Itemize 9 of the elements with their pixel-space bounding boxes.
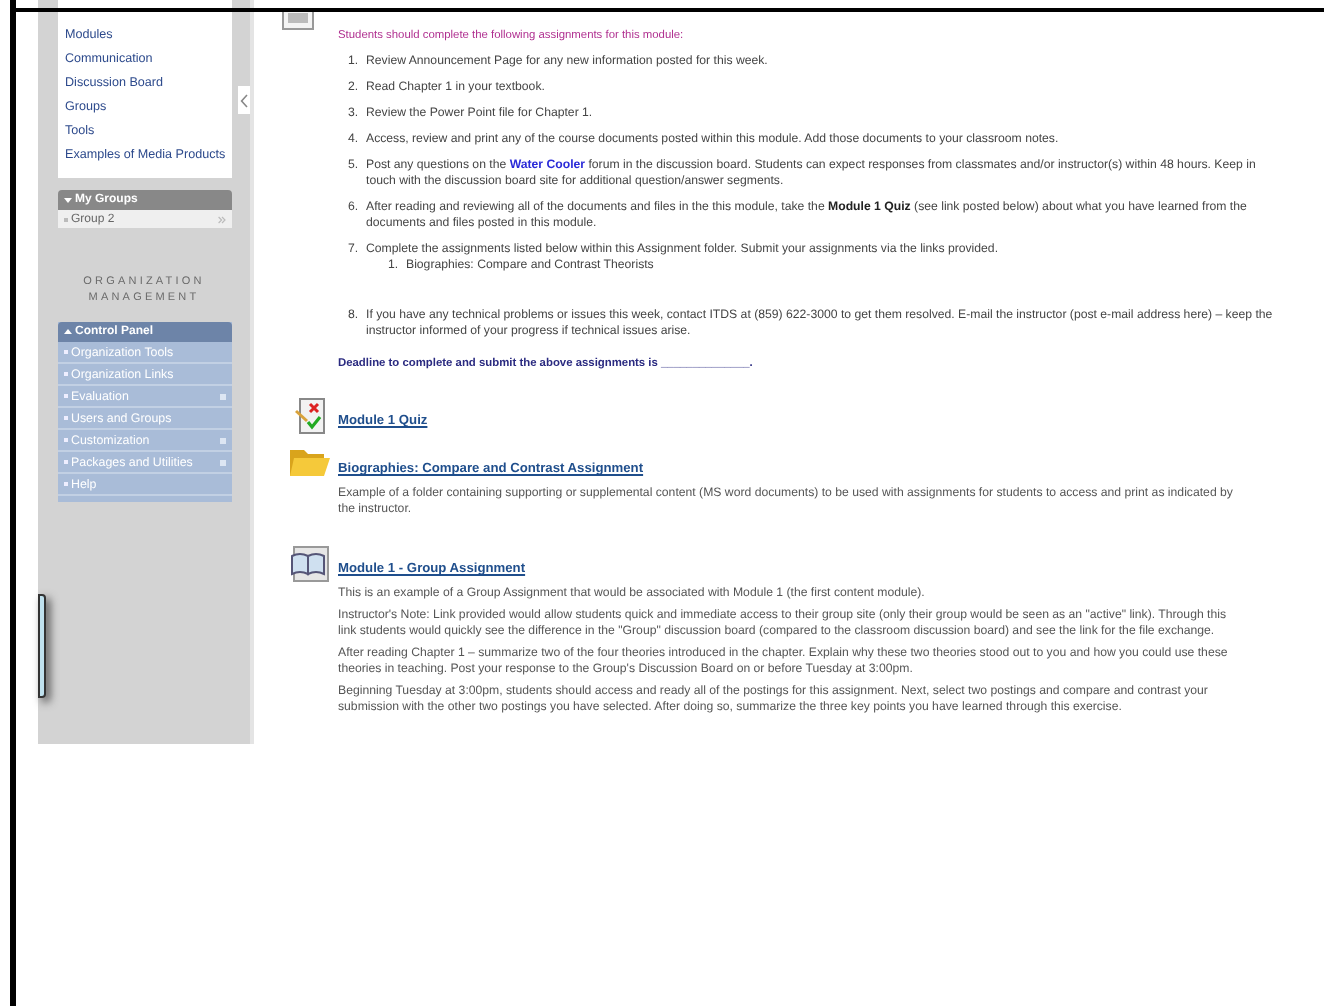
book-icon bbox=[290, 546, 330, 582]
triangle-icon bbox=[63, 328, 71, 336]
document-icon bbox=[282, 10, 314, 30]
collapse-button[interactable] bbox=[238, 86, 250, 114]
chevron-left-icon bbox=[240, 93, 248, 107]
folder-icon bbox=[288, 446, 332, 478]
quiz-icon bbox=[294, 398, 326, 434]
panel-edge bbox=[38, 594, 46, 698]
triangle-icon bbox=[63, 196, 71, 204]
